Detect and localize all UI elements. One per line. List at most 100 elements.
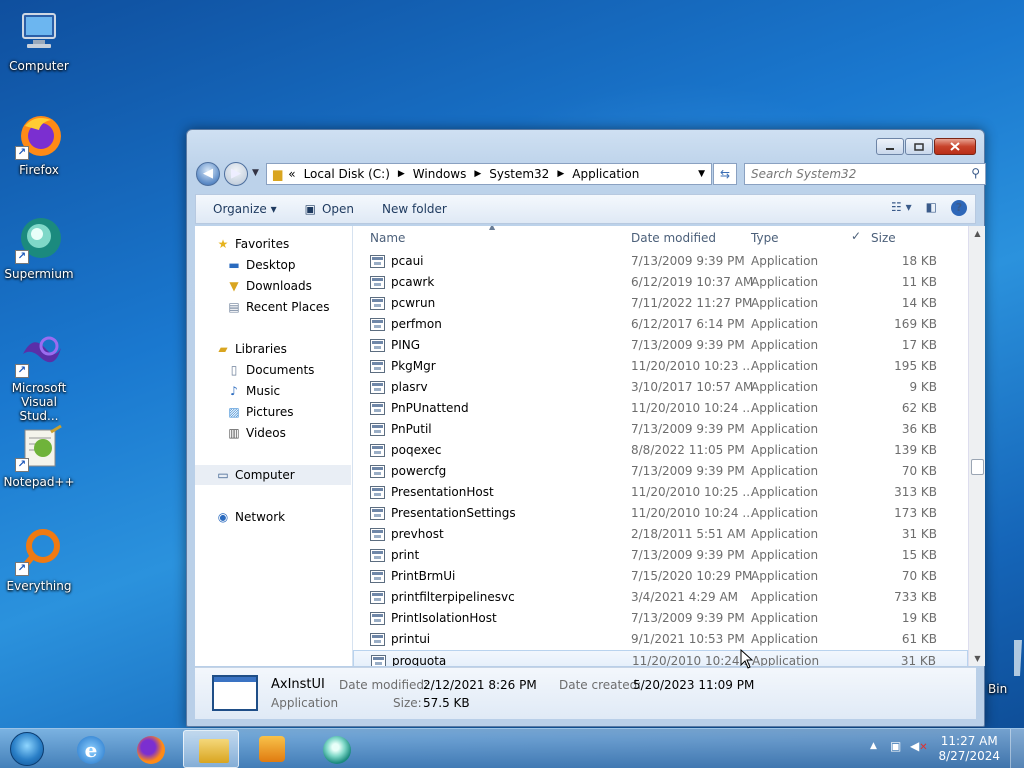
application-icon — [370, 633, 385, 646]
pictures-icon: ▨ — [228, 405, 240, 419]
address-dropdown-icon[interactable]: ▼ — [698, 169, 705, 179]
application-icon — [370, 465, 385, 478]
taskbar-app-firefox[interactable] — [122, 730, 178, 768]
minimize-button[interactable] — [876, 138, 904, 155]
scroll-down-icon[interactable]: ▼ — [969, 654, 986, 663]
file-row[interactable]: proquota 11/20/2010 10:24 ... Application 3… — [353, 650, 968, 666]
breadcrumb-application[interactable]: Application — [572, 167, 639, 181]
search-input[interactable]: Search System32 ⚲ — [744, 163, 986, 185]
scrollbar-thumb[interactable] — [971, 459, 984, 475]
taskbar-app-media-player[interactable] — [244, 730, 300, 768]
file-row[interactable]: printfilterpipelinesvc 3/4/2021 4:29 AM Ap… — [353, 587, 968, 608]
sidebar-item-libraries[interactable]: ▰ Libraries — [215, 339, 286, 359]
desktop-icon-supermium[interactable]: ↗ Supermium — [1, 216, 77, 281]
file-row[interactable]: plasrv 3/10/2017 10:57 AM Application 9 KB — [353, 377, 968, 398]
recent-pages-dropdown[interactable]: ▼ — [252, 168, 259, 178]
file-row[interactable]: PresentationSettings 11/20/2010 10:24 ...… — [353, 503, 968, 524]
file-row[interactable]: perfmon 6/12/2017 6:14 PM Application 169 K… — [353, 314, 968, 335]
file-row[interactable]: PnPutil 7/13/2009 9:39 PM Application 36 KB — [353, 419, 968, 440]
clock[interactable]: 11:27 AM 8/27/2024 — [938, 734, 1000, 764]
taskbar-app-explorer[interactable] — [183, 730, 239, 768]
sidebar-item-desktop[interactable]: ▬ Desktop — [226, 255, 295, 275]
file-row[interactable]: PresentationHost 11/20/2010 10:25 ... Appl… — [353, 482, 968, 503]
sidebar-item-videos[interactable]: ▥ Videos — [226, 423, 286, 443]
file-size: 31 KB — [901, 527, 937, 541]
file-row[interactable]: pcawrk 6/12/2019 10:37 AM Application 11 KB — [353, 272, 968, 293]
file-type: Application — [751, 485, 819, 499]
taskbar-app-internet-explorer[interactable]: e — [62, 730, 118, 768]
address-overflow[interactable]: « — [288, 167, 295, 181]
sidebar-item-recent-places[interactable]: ▤ Recent Places — [226, 297, 329, 317]
file-row[interactable]: powercfg 7/13/2009 9:39 PM Application 70 K… — [353, 461, 968, 482]
column-header-type[interactable]: Type — [751, 226, 779, 250]
file-row[interactable]: PING 7/13/2009 9:39 PM Application 17 KB — [353, 335, 968, 356]
file-row[interactable]: PkgMgr 11/20/2010 10:23 ... Application 195… — [353, 356, 968, 377]
desktop-icon-everything[interactable]: ↗ Everything — [1, 528, 77, 593]
organize-button[interactable]: Organize ▾ — [213, 202, 277, 216]
navigation-bar: ◀ ▶ ▼ ▆ « Local Disk (C:) ▶ Windows ▶ Sy… — [196, 162, 986, 188]
refresh-button[interactable]: ⇆ — [713, 163, 737, 185]
file-row[interactable]: print 7/13/2009 9:39 PM Application 15 KB — [353, 545, 968, 566]
explorer-window[interactable]: ◀ ▶ ▼ ▆ « Local Disk (C:) ▶ Windows ▶ Sy… — [186, 129, 986, 727]
sidebar-item-downloads[interactable]: ▼ Downloads — [226, 276, 312, 296]
new-folder-button[interactable]: New folder — [382, 202, 447, 216]
breadcrumb-system32[interactable]: System32 — [489, 167, 549, 181]
sidebar-item-favorites[interactable]: ★ Favorites — [215, 234, 290, 254]
desktop-icon-notepadpp[interactable]: ↗ Notepad++ — [1, 424, 77, 489]
address-bar[interactable]: ▆ « Local Disk (C:) ▶ Windows ▶ System32… — [266, 163, 712, 185]
column-header-date-modified[interactable]: Date modified — [631, 226, 716, 250]
sidebar-item-documents[interactable]: ▯ Documents — [226, 360, 315, 380]
scroll-up-icon[interactable]: ▲ — [969, 229, 986, 238]
breadcrumb-local-disk[interactable]: Local Disk (C:) — [304, 167, 390, 181]
shortcut-arrow-icon: ↗ — [15, 562, 29, 576]
notepadpp-icon: ↗ — [15, 424, 63, 472]
vertical-scrollbar[interactable]: ▲ ▼ — [968, 226, 985, 666]
file-size: 169 KB — [894, 317, 937, 331]
volume-muted-icon[interactable]: ◀✕ — [910, 739, 928, 753]
file-type: Application — [751, 632, 819, 646]
file-name: pcwrun — [391, 296, 436, 310]
network-tray-icon[interactable]: ▣ — [890, 739, 901, 753]
taskbar-app-supermium[interactable] — [308, 730, 364, 768]
file-list[interactable]: Name ▲ Date modified Type ✓ Size pcaui 7/… — [353, 226, 968, 666]
forward-button[interactable]: ▶ — [224, 162, 248, 186]
system-tray: ▲ ▣ ◀✕ 11:27 AM 8/27/2024 — [864, 729, 1024, 768]
breadcrumb-windows[interactable]: Windows — [413, 167, 467, 181]
file-row[interactable]: PrintIsolationHost 7/13/2009 9:39 PM Appli… — [353, 608, 968, 629]
maximize-button[interactable] — [905, 138, 933, 155]
start-button[interactable] — [3, 729, 49, 768]
sidebar-item-network[interactable]: ◉ Network — [215, 507, 285, 527]
preview-pane-icon[interactable]: ◧ — [926, 200, 937, 216]
star-icon: ★ — [217, 237, 229, 251]
back-button[interactable]: ◀ — [196, 162, 220, 186]
open-button[interactable]: Open — [322, 202, 354, 216]
file-row[interactable]: printui 9/1/2021 10:53 PM Application 61 KB — [353, 629, 968, 650]
file-row[interactable]: pcwrun 7/11/2022 11:27 PM Application 14 KB — [353, 293, 968, 314]
help-icon[interactable]: ? — [951, 200, 967, 216]
desktop-icon-computer[interactable]: Computer — [1, 8, 77, 73]
file-row[interactable]: PrintBrmUi 7/15/2020 10:29 PM Application 7… — [353, 566, 968, 587]
checkmark-icon: ✓ — [851, 229, 862, 243]
search-icon[interactable]: ⚲ — [971, 166, 980, 180]
column-header-name[interactable]: Name — [370, 226, 405, 250]
breadcrumb-arrow-icon[interactable]: ▶ — [398, 169, 405, 179]
breadcrumb-arrow-icon[interactable]: ▶ — [557, 169, 564, 179]
desktop-icon-visual-studio[interactable]: ↗ Microsoft Visual Stud... — [1, 330, 77, 423]
show-desktop-button[interactable] — [1010, 729, 1024, 768]
sidebar-item-music[interactable]: ♪ Music — [226, 381, 280, 401]
file-row[interactable]: pcaui 7/13/2009 9:39 PM Application 18 KB — [353, 251, 968, 272]
column-header-size[interactable]: Size — [871, 226, 896, 250]
change-view-icon[interactable]: ☷ ▾ — [891, 200, 912, 216]
close-button[interactable] — [934, 138, 976, 155]
desktop-icon-firefox[interactable]: ↗ Firefox — [1, 112, 77, 177]
file-row[interactable]: poqexec 8/8/2022 11:05 PM Application 139 K… — [353, 440, 968, 461]
file-size: 11 KB — [901, 275, 937, 289]
sidebar-item-computer[interactable]: ▭ Computer — [195, 465, 351, 485]
file-type: Application — [751, 254, 819, 268]
file-row[interactable]: prevhost 2/18/2011 5:51 AM Application 31 K… — [353, 524, 968, 545]
breadcrumb-arrow-icon[interactable]: ▶ — [474, 169, 481, 179]
file-size: 195 KB — [894, 359, 937, 373]
show-hidden-icons-icon[interactable]: ▲ — [870, 741, 877, 751]
file-row[interactable]: PnPUnattend 11/20/2010 10:24 ... Applicati… — [353, 398, 968, 419]
sidebar-item-pictures[interactable]: ▨ Pictures — [226, 402, 293, 422]
